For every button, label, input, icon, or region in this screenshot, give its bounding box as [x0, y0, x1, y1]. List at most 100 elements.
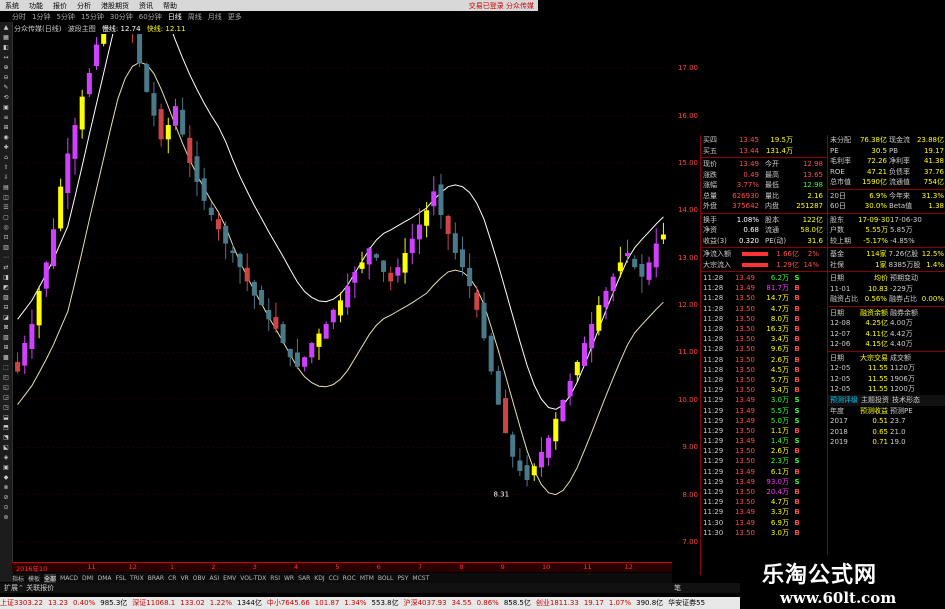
menu-item-6[interactable]: 帮助: [158, 1, 182, 11]
menu-item-2[interactable]: 报价: [48, 1, 72, 11]
tool-icon-22[interactable]: ▥: [1, 243, 11, 252]
tool-icon-11[interactable]: ◉: [1, 133, 11, 142]
indicator-tab-14[interactable]: VOL-TDX: [240, 575, 266, 582]
tool-icon-39[interactable]: ⬓: [1, 413, 11, 422]
extension-bar[interactable]: 扩展⌃ 关联报价: [0, 583, 676, 593]
indicator-tab-22[interactable]: BOLL: [378, 575, 393, 582]
tool-icon-42[interactable]: ⬕: [1, 443, 11, 452]
tool-icon-46[interactable]: ⊗: [1, 483, 11, 492]
tool-icon-32[interactable]: ⊞: [1, 343, 11, 352]
indicator-tab-3[interactable]: MACD: [60, 575, 78, 582]
tool-icon-4[interactable]: ⊕: [1, 63, 11, 72]
tool-icon-10[interactable]: ⊞: [1, 123, 11, 132]
tool-icon-21[interactable]: ⊡: [1, 233, 11, 242]
period-tab-4[interactable]: 30分钟: [110, 12, 133, 22]
fund-cell: 12-05: [830, 385, 851, 394]
tool-icon-8[interactable]: ▣: [1, 103, 11, 112]
tool-icon-47[interactable]: ⊘: [1, 493, 11, 502]
indicator-tab-21[interactable]: MTM: [360, 575, 374, 582]
indicator-tab-24[interactable]: MCST: [412, 575, 429, 582]
tool-icon-3[interactable]: ↔: [1, 53, 11, 62]
period-tab-8[interactable]: 月线: [208, 12, 222, 22]
tool-icon-7[interactable]: ⟲: [1, 93, 11, 102]
tool-icon-44[interactable]: ▣: [1, 463, 11, 472]
tool-icon-13[interactable]: ⌂: [1, 153, 11, 162]
tool-icon-27[interactable]: ▨: [1, 293, 11, 302]
indicator-tab-17[interactable]: SAR: [298, 575, 310, 582]
menu-item-4[interactable]: 港股期货: [96, 1, 134, 11]
period-tab-2[interactable]: 5分钟: [56, 12, 74, 22]
tool-icon-16[interactable]: ▤: [1, 183, 11, 192]
tool-icon-25[interactable]: ◨: [1, 273, 11, 282]
tool-icon-26[interactable]: ◩: [1, 283, 11, 292]
tool-icon-20[interactable]: ◎: [1, 223, 11, 232]
period-tab-6[interactable]: 日线: [168, 12, 182, 22]
period-tab-3[interactable]: 15分钟: [81, 12, 104, 22]
indicator-tab-11[interactable]: OBV: [193, 575, 206, 582]
tool-icon-9[interactable]: ≡: [1, 113, 11, 122]
tool-icon-49[interactable]: ⊚: [1, 513, 11, 522]
indicator-tab-12[interactable]: ASI: [209, 575, 219, 582]
tool-icon-41[interactable]: ⬔: [1, 433, 11, 442]
tool-icon-40[interactable]: ⬒: [1, 423, 11, 432]
indicator-tab-7[interactable]: TRIX: [130, 575, 144, 582]
tool-icon-30[interactable]: ⊠: [1, 323, 11, 332]
period-tab-5[interactable]: 60分钟: [139, 12, 162, 22]
tool-icon-43[interactable]: ◈: [1, 453, 11, 462]
tool-icon-31[interactable]: ▧: [1, 333, 11, 342]
tool-icon-23[interactable]: ⋯: [1, 253, 11, 262]
indicator-tab-13[interactable]: EMV: [223, 575, 236, 582]
indicator-tab-6[interactable]: FSL: [116, 575, 127, 582]
tool-icon-18[interactable]: ☰: [1, 203, 11, 212]
fund-tab-1[interactable]: 主题投资: [861, 395, 889, 405]
tool-icon-29[interactable]: ◪: [1, 313, 11, 322]
tool-icon-28[interactable]: ⊟: [1, 303, 11, 312]
indicator-tab-20[interactable]: ROC: [343, 575, 356, 582]
menu-item-3[interactable]: 分析: [72, 1, 96, 11]
tool-icon-6[interactable]: ✎: [1, 83, 11, 92]
tool-icon-19[interactable]: ▢: [1, 213, 11, 222]
tool-icon-37[interactable]: ◲: [1, 393, 11, 402]
indicator-tab-4[interactable]: DMI: [82, 575, 94, 582]
period-tab-9[interactable]: 更多: [228, 12, 242, 22]
tool-icon-34[interactable]: ⬚: [1, 363, 11, 372]
indicator-tab-0[interactable]: 指标: [12, 574, 24, 583]
tool-icon-14[interactable]: ⇧: [1, 163, 11, 172]
indicator-tab-16[interactable]: WR: [284, 575, 294, 582]
period-tab-1[interactable]: 1分钟: [32, 12, 50, 22]
tool-icon-45[interactable]: ◆: [1, 473, 11, 482]
period-tab-0[interactable]: 分时: [12, 12, 26, 22]
indicator-tab-1[interactable]: 模板: [28, 574, 40, 583]
tool-icon-5[interactable]: ⊖: [1, 73, 11, 82]
indicator-tab-15[interactable]: RSI: [270, 575, 280, 582]
tool-icon-38[interactable]: ◳: [1, 403, 11, 412]
tool-icon-36[interactable]: ◱: [1, 383, 11, 392]
period-tab-7[interactable]: 周线: [188, 12, 202, 22]
fund-tab-2[interactable]: 技术形态: [892, 395, 920, 405]
tool-icon-1[interactable]: ▦: [1, 33, 11, 42]
tool-icon-33[interactable]: ▩: [1, 353, 11, 362]
tool-icon-12[interactable]: ✚: [1, 143, 11, 152]
tool-icon-0[interactable]: ▲: [1, 23, 11, 32]
indicator-tab-8[interactable]: BRAR: [148, 575, 164, 582]
indicator-tab-5[interactable]: DMA: [98, 575, 112, 582]
indicator-name[interactable]: 波段主图: [68, 25, 96, 33]
indicator-tab-10[interactable]: VR: [180, 575, 188, 582]
tool-icon-48[interactable]: ⊙: [1, 503, 11, 512]
tool-icon-24[interactable]: ⇄: [1, 263, 11, 272]
menu-item-0[interactable]: 系统: [0, 1, 24, 11]
tick-row: 11:29 13.50 3.4万 B: [701, 385, 827, 395]
menu-item-5[interactable]: 资讯: [134, 1, 158, 11]
tool-icon-2[interactable]: ◧: [1, 43, 11, 52]
tool-icon-15[interactable]: ⇩: [1, 173, 11, 182]
indicator-tab-19[interactable]: CCI: [329, 575, 339, 582]
fund-tab-0[interactable]: 预测评级: [830, 395, 858, 405]
indicator-tab-18[interactable]: KDJ: [314, 575, 324, 582]
indicator-tab-23[interactable]: PSY: [397, 575, 408, 582]
tool-icon-17[interactable]: ◫: [1, 193, 11, 202]
indicator-tab-2[interactable]: 全部: [44, 573, 57, 583]
candlestick-chart[interactable]: 19.778.31: [12, 34, 672, 562]
tool-icon-35[interactable]: ◰: [1, 373, 11, 382]
indicator-tab-9[interactable]: CR: [168, 575, 176, 582]
menu-item-1[interactable]: 功能: [24, 1, 48, 11]
